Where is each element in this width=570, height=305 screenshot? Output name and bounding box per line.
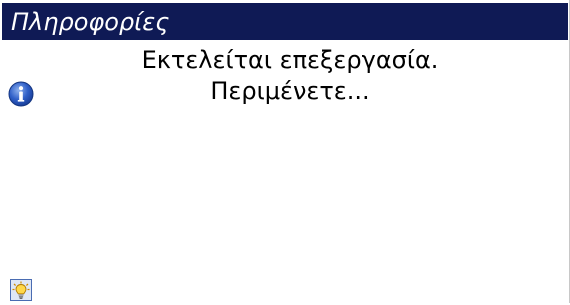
info-icon [8, 81, 34, 107]
message-line-wait: Περιμένετε... [210, 77, 370, 105]
dialog-title: Πληροφορίες [11, 8, 170, 36]
info-dialog: Πληροφορίες Εκτελείται επεξεργασία. Περι… [0, 0, 570, 303]
lightbulb-icon[interactable] [10, 279, 32, 301]
message-line-processing: Εκτελείται επεξεργασία. [141, 46, 439, 74]
dialog-message: Εκτελείται επεξεργασία. Περιμένετε... [60, 45, 520, 107]
dialog-title-bar: Πληροφορίες [2, 3, 568, 40]
